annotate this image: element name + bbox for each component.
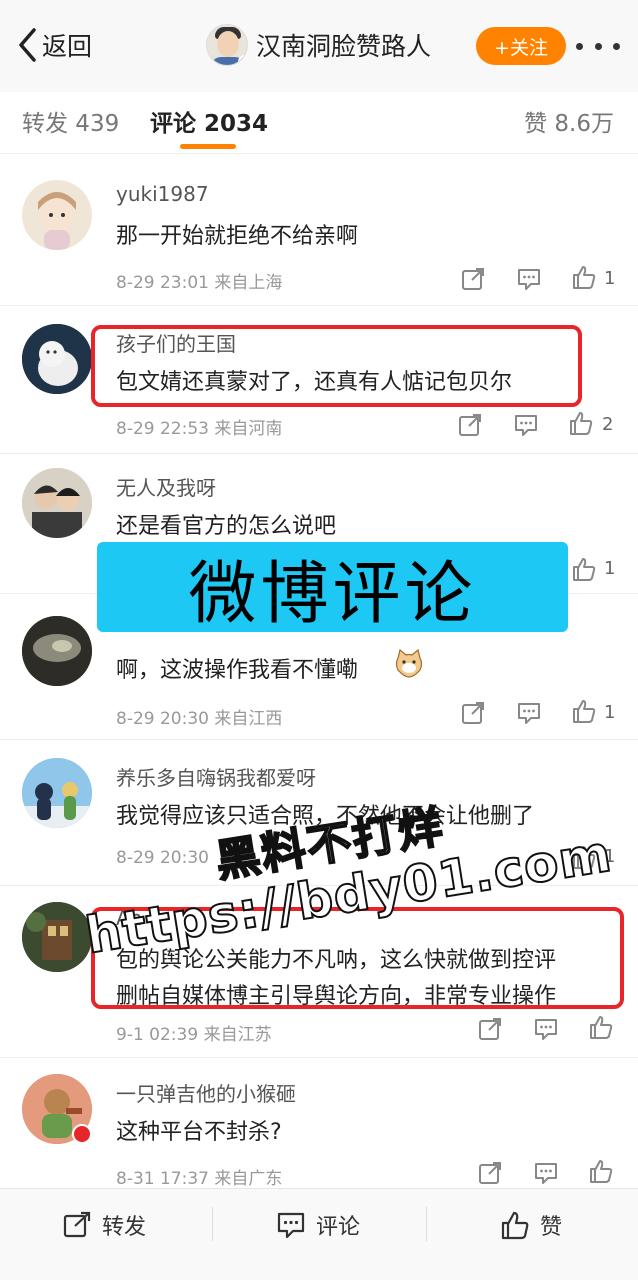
comment-username[interactable]: 无人及我呀	[116, 472, 216, 501]
share-icon	[63, 1211, 91, 1238]
comment-username[interactable]: yuki1987	[116, 182, 209, 206]
back-label: 返回	[42, 32, 93, 61]
comment-text: 那一开始就拒绝不给亲啊	[116, 224, 359, 249]
active-tab-indicator	[180, 144, 236, 149]
divider	[212, 1207, 213, 1241]
repost-button[interactable]: 转发	[62, 1209, 146, 1241]
thumbs-up-icon[interactable]	[588, 1158, 614, 1184]
reply-icon[interactable]	[513, 412, 539, 438]
comment-item: yuki1987 那一开始就拒绝不给亲啊 8-29 23:01 来自上海 1	[0, 158, 638, 306]
thumbs-up-icon	[501, 1211, 529, 1240]
avatar[interactable]	[22, 1074, 92, 1144]
highlight-box	[91, 907, 624, 1009]
share-icon[interactable]	[477, 1016, 503, 1042]
badge-icon	[72, 1124, 92, 1144]
comment-meta: 9-1 02:39 来自江苏	[116, 1025, 272, 1045]
comment-label: 评论	[316, 1215, 361, 1240]
thumbs-up-icon[interactable]	[571, 844, 597, 870]
reply-icon[interactable]	[533, 1016, 559, 1042]
share-icon[interactable]	[460, 700, 486, 726]
chevron-left-icon	[19, 28, 36, 62]
comment-meta: 8-29 23:01 来自上海	[116, 273, 283, 293]
thumbs-up-icon[interactable]	[588, 1014, 614, 1040]
avatar[interactable]	[22, 324, 92, 394]
tab-like[interactable]: 赞 8.6万	[524, 104, 614, 138]
comment-text: 啊，这波操作我看不懂嘞	[116, 658, 359, 683]
reply-icon[interactable]	[516, 266, 542, 292]
author-header[interactable]: 汉南洞脸赞路人	[206, 24, 431, 66]
like-button[interactable]: 赞	[500, 1209, 562, 1241]
like-count: 1	[604, 846, 616, 867]
comment-meta: 8-29 20:30 来自江西	[116, 709, 283, 729]
avatar[interactable]	[22, 902, 92, 972]
like-count: 1	[604, 702, 616, 723]
like-count: 1	[604, 268, 616, 289]
comment-text: 我觉得应该只适合照，不然他不会让他删了	[116, 804, 535, 829]
divider	[426, 1207, 427, 1241]
comment-text: 还是看官方的怎么说吧	[116, 514, 337, 539]
comment-item: 一只弹吉他的小猴砸 这种平台不封杀? 8-31 17:37 来自广东	[0, 1058, 638, 1189]
comment-username[interactable]: 一只弹吉他的小猴砸	[116, 1078, 296, 1107]
overlay-banner: 微博评论	[97, 542, 568, 634]
comment-text: 这种平台不封杀?	[116, 1120, 282, 1145]
comment-icon	[277, 1212, 305, 1239]
comment-item: 养乐多自嗨锅我都爱呀 我觉得应该只适合照，不然他不会让他删了 8-29 20:3…	[0, 740, 638, 886]
highlight-box	[91, 325, 582, 407]
comment-meta: 8-29 22:53 来自河南	[116, 419, 283, 439]
post-tabs: 转发 439 评论 2034 赞 8.6万	[0, 92, 638, 154]
share-icon[interactable]	[477, 1160, 503, 1186]
tab-comment[interactable]: 评论 2034	[150, 104, 268, 138]
top-nav-bar: 返回 汉南洞脸赞路人 +关注	[0, 0, 638, 92]
like-count: 1	[604, 558, 616, 579]
thumbs-up-icon[interactable]	[571, 698, 597, 724]
avatar[interactable]	[22, 180, 92, 250]
author-avatar[interactable]	[206, 24, 248, 66]
thumbs-up-icon[interactable]	[568, 410, 594, 436]
comment-meta: 8-31 17:37 来自广东	[116, 1169, 283, 1189]
share-icon[interactable]	[460, 266, 486, 292]
comment-button[interactable]: 评论	[276, 1209, 360, 1241]
follow-button[interactable]: +关注	[476, 27, 566, 65]
reply-icon[interactable]	[533, 1160, 559, 1186]
avatar[interactable]	[22, 616, 92, 686]
share-icon[interactable]	[457, 412, 483, 438]
avatar[interactable]	[22, 758, 92, 828]
reply-icon[interactable]	[516, 700, 542, 726]
like-count: 2	[602, 414, 614, 435]
avatar[interactable]	[22, 468, 92, 538]
repost-label: 转发	[102, 1215, 147, 1240]
thumbs-up-icon[interactable]	[571, 556, 597, 582]
comment-meta: 8-29 20:30	[116, 848, 209, 868]
back-button[interactable]: 返回	[16, 26, 92, 64]
comment-username[interactable]: 养乐多自嗨锅我都爱呀	[116, 762, 316, 791]
more-options-icon[interactable]	[576, 36, 620, 56]
thumbs-up-icon[interactable]	[571, 264, 597, 290]
tab-repost[interactable]: 转发 439	[22, 104, 119, 138]
author-name[interactable]: 汉南洞脸赞路人	[256, 27, 431, 63]
verified-badge-icon	[238, 55, 247, 65]
cat-emoji-icon	[395, 648, 423, 678]
bottom-action-bar: 转发 评论 赞	[0, 1188, 638, 1280]
like-label: 赞	[540, 1215, 563, 1240]
